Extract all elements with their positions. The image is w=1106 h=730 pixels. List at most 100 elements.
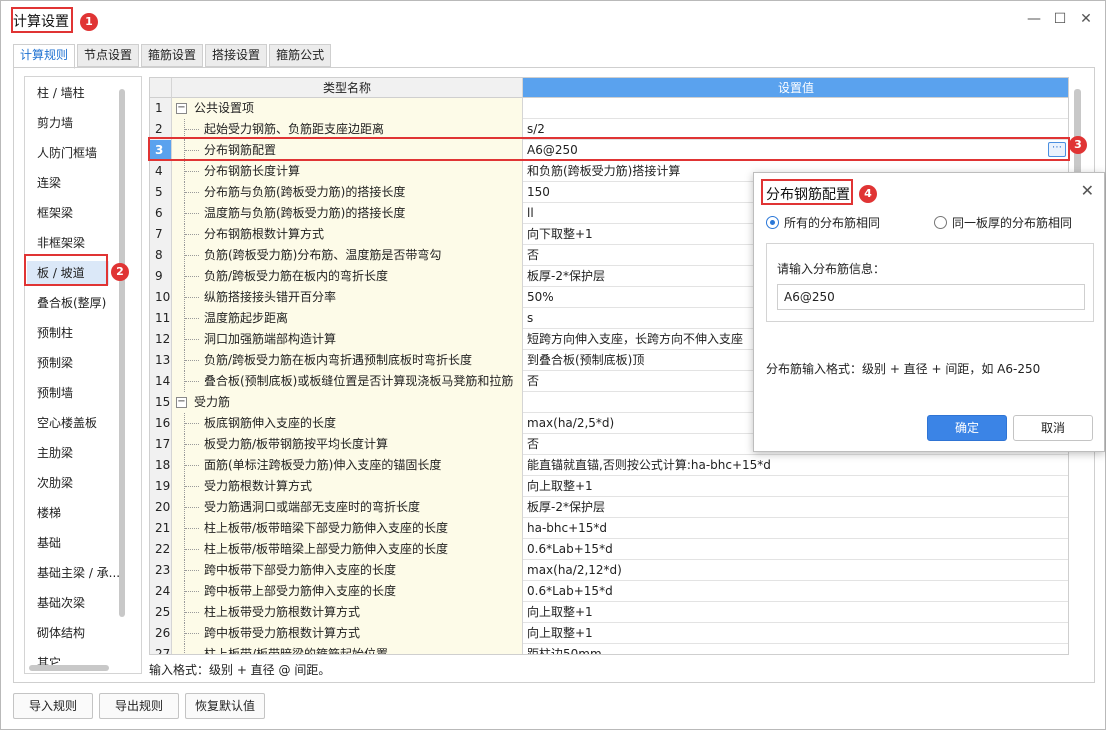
row-setting-value[interactable] xyxy=(523,98,1068,119)
collapse-toggle-icon[interactable]: − xyxy=(176,103,187,114)
row-number: 13 xyxy=(150,350,172,371)
row-type-name: 板受力筋/板带钢筋按平均长度计算 xyxy=(172,434,523,455)
row-number: 12 xyxy=(150,329,172,350)
collapse-toggle-icon[interactable]: − xyxy=(176,397,187,408)
sidebar-item[interactable]: 次肋梁 xyxy=(37,471,73,495)
setting-value-text: 距柱边50mm xyxy=(527,647,602,655)
tree-branch xyxy=(185,444,199,445)
sidebar-item[interactable]: 非框架梁 xyxy=(37,231,85,255)
radio-all-same[interactable]: 所有的分布筋相同 xyxy=(766,214,896,232)
setting-value-text: 向上取整+1 xyxy=(527,626,593,640)
row-type-name: − 受力筋 xyxy=(172,392,523,413)
radio-same-thickness[interactable]: 同一板厚的分布筋相同 xyxy=(934,214,1084,232)
row-setting-value[interactable]: 0.6*Lab+15*d xyxy=(523,581,1068,602)
tree-branch xyxy=(185,570,199,571)
sidebar-item[interactable]: 砌体结构 xyxy=(37,621,85,645)
row-type-name: 受力筋遇洞口或端部无支座时的弯折长度 xyxy=(172,497,523,518)
sidebar-item[interactable]: 预制柱 xyxy=(37,321,73,345)
sidebar-item[interactable]: 主肋梁 xyxy=(37,441,73,465)
sidebar-vertical-scrollbar[interactable] xyxy=(119,89,125,617)
table-row[interactable]: 27 柱上板带/板带暗梁的箍筋起始位置 距柱边50mm xyxy=(150,644,1068,655)
sidebar-item[interactable]: 空心楼盖板 xyxy=(37,411,97,435)
close-icon[interactable]: ✕ xyxy=(1076,9,1096,29)
table-row[interactable]: 23 跨中板带下部受力筋伸入支座的长度 max(ha/2,12*d) xyxy=(150,560,1068,581)
row-setting-value[interactable]: max(ha/2,12*d) xyxy=(523,560,1068,581)
restore-defaults-button[interactable]: 恢复默认值 xyxy=(185,693,265,719)
table-row[interactable]: 26 跨中板带受力筋根数计算方式 向上取整+1 xyxy=(150,623,1068,644)
radio-all-same-label: 所有的分布筋相同 xyxy=(784,216,881,230)
sidebar-horizontal-scrollbar[interactable] xyxy=(29,665,109,671)
tree-branch xyxy=(185,633,199,634)
table-row[interactable]: 21 柱上板带/板带暗梁下部受力筋伸入支座的长度 ha-bhc+15*d xyxy=(150,518,1068,539)
tree-branch xyxy=(185,192,199,193)
row-setting-value[interactable]: ha-bhc+15*d xyxy=(523,518,1068,539)
annotation-box-dialog-title xyxy=(761,179,853,205)
sidebar-item[interactable]: 基础次梁 xyxy=(37,591,85,615)
row-number: 11 xyxy=(150,308,172,329)
setting-value-text: s xyxy=(527,311,534,325)
row-type-name: 分布筋与负筋(跨板受力筋)的搭接长度 xyxy=(172,182,523,203)
item-label: 柱上板带/板带暗梁的箍筋起始位置 xyxy=(204,647,389,655)
annotation-box-sidebar xyxy=(24,254,108,286)
row-setting-value[interactable]: 向上取整+1 xyxy=(523,476,1068,497)
row-number: 1 xyxy=(150,98,172,119)
row-setting-value[interactable]: 0.6*Lab+15*d xyxy=(523,539,1068,560)
sidebar-item[interactable]: 基础主梁 / 承... xyxy=(37,561,120,585)
dialog-close-icon[interactable]: ✕ xyxy=(1081,181,1094,200)
item-label: 负筋/跨板受力筋在板内的弯折长度 xyxy=(204,269,389,283)
calc-settings-window: 计算设置 — ☐ ✕ 计算规则 节点设置 箍筋设置 搭接设置 箍筋公式 柱 / … xyxy=(0,0,1106,730)
annotation-badge-2: 2 xyxy=(111,263,129,281)
table-row[interactable]: 22 柱上板带/板带暗梁上部受力筋伸入支座的长度 0.6*Lab+15*d xyxy=(150,539,1068,560)
row-type-name: 面筋(单标注跨板受力筋)伸入支座的锚固长度 xyxy=(172,455,523,476)
export-rules-button[interactable]: 导出规则 xyxy=(99,693,179,719)
row-type-name: 柱上板带/板带暗梁的箍筋起始位置 xyxy=(172,644,523,655)
item-label: 温度筋起步距离 xyxy=(204,311,289,325)
row-setting-value[interactable]: 向上取整+1 xyxy=(523,623,1068,644)
tree-branch xyxy=(185,318,199,319)
tree-branch xyxy=(185,234,199,235)
sidebar-item[interactable]: 叠合板(整厚) xyxy=(37,291,106,315)
sidebar-item[interactable]: 柱 / 墙柱 xyxy=(37,81,85,105)
maximize-icon[interactable]: ☐ xyxy=(1050,9,1070,29)
table-row[interactable]: 1− 公共设置项 xyxy=(150,98,1068,119)
minimize-icon[interactable]: — xyxy=(1024,9,1044,29)
item-label: 柱上板带受力筋根数计算方式 xyxy=(204,605,361,619)
tab-stirrup-settings[interactable]: 箍筋设置 xyxy=(141,44,204,67)
row-type-name: 洞口加强筋端部构造计算 xyxy=(172,329,523,350)
table-row[interactable]: 18 面筋(单标注跨板受力筋)伸入支座的锚固长度 能直锚就直锚,否则按公式计算:ha… xyxy=(150,455,1068,476)
row-setting-value[interactable]: 距柱边50mm xyxy=(523,644,1068,655)
item-label: 受力筋遇洞口或端部无支座时的弯折长度 xyxy=(204,500,421,514)
setting-value-text: 0.6*Lab+15*d xyxy=(527,584,613,598)
sidebar-item[interactable]: 预制墙 xyxy=(37,381,73,405)
tree-branch xyxy=(185,423,199,424)
row-number: 26 xyxy=(150,623,172,644)
cancel-button[interactable]: 取消 xyxy=(1013,415,1093,441)
item-label: 跨中板带上部受力筋伸入支座的长度 xyxy=(204,584,397,598)
sidebar-item[interactable]: 剪力墙 xyxy=(37,111,73,135)
tab-lap-settings[interactable]: 搭接设置 xyxy=(205,44,268,67)
item-label: 温度筋与负筋(跨板受力筋)的搭接长度 xyxy=(204,206,406,220)
table-row[interactable]: 19 受力筋根数计算方式 向上取整+1 xyxy=(150,476,1068,497)
sidebar-item[interactable]: 基础 xyxy=(37,531,61,555)
sidebar-item[interactable]: 楼梯 xyxy=(37,501,61,525)
tree-branch xyxy=(185,171,199,172)
row-setting-value[interactable]: 向上取整+1 xyxy=(523,602,1068,623)
tab-stirrup-formula[interactable]: 箍筋公式 xyxy=(269,44,332,67)
row-setting-value[interactable]: 能直锚就直锚,否则按公式计算:ha-bhc+15*d xyxy=(523,455,1068,476)
sidebar-item[interactable]: 连梁 xyxy=(37,171,61,195)
sidebar-item[interactable]: 框架梁 xyxy=(37,201,73,225)
sidebar-item[interactable]: 人防门框墙 xyxy=(37,141,97,165)
row-type-name: 柱上板带受力筋根数计算方式 xyxy=(172,602,523,623)
row-setting-value[interactable]: 板厚-2*保护层 xyxy=(523,497,1068,518)
ok-button[interactable]: 确定 xyxy=(927,415,1007,441)
tab-calc-rules[interactable]: 计算规则 xyxy=(13,44,76,69)
table-row[interactable]: 24 跨中板带上部受力筋伸入支座的长度 0.6*Lab+15*d xyxy=(150,581,1068,602)
row-type-name: 柱上板带/板带暗梁下部受力筋伸入支座的长度 xyxy=(172,518,523,539)
import-rules-button[interactable]: 导入规则 xyxy=(13,693,93,719)
table-row[interactable]: 20 受力筋遇洞口或端部无支座时的弯折长度 板厚-2*保护层 xyxy=(150,497,1068,518)
sidebar-item[interactable]: 预制梁 xyxy=(37,351,73,375)
table-row[interactable]: 25 柱上板带受力筋根数计算方式 向上取整+1 xyxy=(150,602,1068,623)
tab-node-settings[interactable]: 节点设置 xyxy=(77,44,140,67)
rebar-info-input[interactable] xyxy=(777,284,1085,310)
annotation-badge-1: 1 xyxy=(80,13,98,31)
